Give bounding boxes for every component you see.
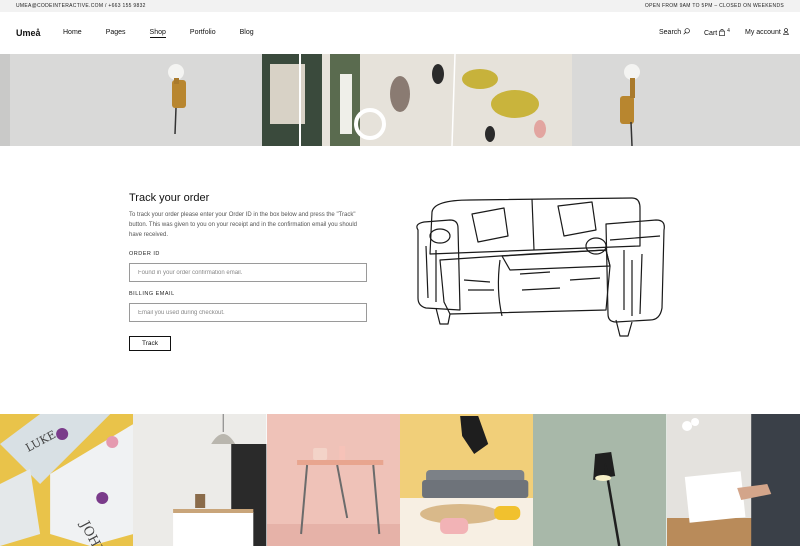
gallery-image-5[interactable] <box>533 414 667 546</box>
nav-pages[interactable]: Pages <box>106 29 126 38</box>
main-nav: Home Pages Shop Portfolio Blog <box>63 29 254 38</box>
account-label: My account <box>745 29 781 36</box>
track-button[interactable]: Track <box>129 336 171 351</box>
cart-label: Cart <box>704 30 718 37</box>
search-label: Search <box>659 29 682 36</box>
order-id-input[interactable] <box>129 263 367 282</box>
billing-email-label: BILLING EMAIL <box>129 291 175 297</box>
track-order-description: To track your order please enter your Or… <box>129 212 358 238</box>
top-info-bar: UMEA@CODEINTERACTIVE.COM / +663 155 9832… <box>0 0 800 12</box>
nav-blog[interactable]: Blog <box>240 29 254 38</box>
page-title: Track your order <box>129 192 210 204</box>
track-order-section: Track your order To track your order ple… <box>0 146 800 414</box>
hero-banner-image <box>0 54 800 146</box>
nav-shop[interactable]: Shop <box>149 29 166 38</box>
nav-portfolio[interactable]: Portfolio <box>190 29 216 38</box>
instagram-gallery: LUKE JOHN <box>0 414 800 546</box>
gallery-image-2[interactable] <box>133 414 267 546</box>
order-id-label: ORDER ID <box>129 251 160 257</box>
gallery-image-6[interactable] <box>666 414 800 546</box>
user-icon <box>783 28 789 35</box>
cart-button[interactable]: Cart 4 <box>704 28 730 37</box>
search-button[interactable]: Search <box>659 28 690 36</box>
opening-hours: OPEN FROM 9AM TO 5PM – CLOSED ON WEEKEND… <box>644 3 784 9</box>
contact-info: UMEA@CODEINTERACTIVE.COM / +663 155 9832 <box>16 3 146 9</box>
sofa-illustration <box>416 197 665 337</box>
search-icon <box>683 28 690 35</box>
gallery-image-3[interactable] <box>266 414 400 546</box>
site-header: Umeå Home Pages Shop Portfolio Blog Sear… <box>0 12 800 54</box>
gallery-image-4[interactable] <box>399 414 534 546</box>
billing-email-input[interactable] <box>129 303 367 322</box>
bag-icon <box>719 29 725 36</box>
cart-count-badge: 4 <box>727 28 730 34</box>
gallery-image-1[interactable]: LUKE JOHN <box>0 414 134 546</box>
site-logo[interactable]: Umeå <box>16 28 41 38</box>
my-account-link[interactable]: My account <box>745 28 789 36</box>
nav-home[interactable]: Home <box>63 29 82 38</box>
